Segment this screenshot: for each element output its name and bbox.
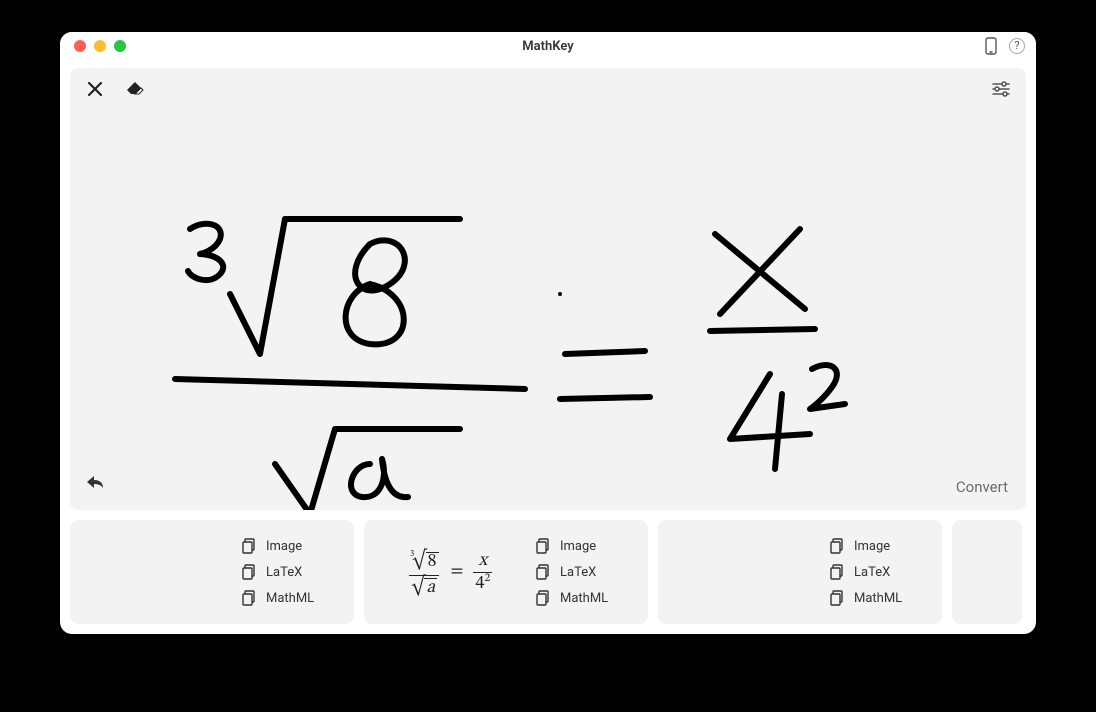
result-card: Image LaTeX MathML (70, 520, 354, 624)
copy-mathml-button[interactable]: MathML (242, 590, 344, 606)
copy-icon (536, 590, 552, 606)
copy-icon (242, 564, 258, 580)
copy-latex-button[interactable]: LaTeX (242, 564, 344, 580)
card-actions: Image LaTeX MathML (830, 520, 942, 624)
copy-image-label: Image (266, 539, 302, 554)
content-area: Convert Image LaTeX MathML (60, 60, 1036, 634)
copy-mathml-label: MathML (266, 591, 314, 606)
app-window: MathKey ? (60, 32, 1036, 634)
copy-mathml-button[interactable]: MathML (536, 590, 638, 606)
copy-icon (242, 590, 258, 606)
canvas-panel[interactable]: Convert (70, 68, 1026, 510)
convert-button[interactable]: Convert (956, 478, 1008, 496)
formula-rhs-num: x (477, 552, 490, 572)
handwriting-canvas[interactable] (70, 68, 1026, 510)
result-card (952, 520, 1022, 624)
copy-image-button[interactable]: Image (830, 538, 932, 554)
formula-equals: = (451, 561, 464, 584)
undo-button[interactable] (84, 472, 106, 496)
traffic-lights (60, 40, 126, 52)
device-icon[interactable] (982, 37, 1000, 55)
copy-icon (536, 564, 552, 580)
copy-latex-label: LaTeX (560, 565, 596, 580)
copy-mathml-label: MathML (854, 591, 902, 606)
copy-image-button[interactable]: Image (536, 538, 638, 554)
copy-image-label: Image (854, 539, 890, 554)
formula-preview: 3 √ 8 √ a (364, 520, 536, 624)
formula-preview (70, 520, 242, 624)
minimize-window-button[interactable] (94, 40, 106, 52)
copy-mathml-label: MathML (560, 591, 608, 606)
copy-image-button[interactable]: Image (242, 538, 344, 554)
copy-image-label: Image (560, 539, 596, 554)
formula-den-radicand: a (424, 578, 437, 599)
formula-num-radicand: 8 (426, 552, 439, 573)
copy-icon (830, 538, 846, 554)
help-icon: ? (1009, 38, 1025, 54)
card-actions: Image LaTeX MathML (536, 520, 648, 624)
zoom-window-button[interactable] (114, 40, 126, 52)
card-actions: Image LaTeX MathML (242, 520, 354, 624)
titlebar: MathKey ? (60, 32, 1036, 60)
window-title: MathKey (60, 39, 1036, 54)
formula-preview (658, 520, 830, 624)
results-row: Image LaTeX MathML (70, 520, 1026, 624)
copy-icon (242, 538, 258, 554)
copy-mathml-button[interactable]: MathML (830, 590, 932, 606)
help-button[interactable]: ? (1008, 37, 1026, 55)
result-card: 3 √ 8 √ a (364, 520, 648, 624)
copy-icon (536, 538, 552, 554)
titlebar-right: ? (982, 37, 1026, 55)
copy-latex-label: LaTeX (266, 565, 302, 580)
copy-icon (830, 564, 846, 580)
close-window-button[interactable] (74, 40, 86, 52)
rendered-formula: 3 √ 8 √ a (408, 545, 492, 599)
copy-icon (830, 590, 846, 606)
copy-latex-button[interactable]: LaTeX (536, 564, 638, 580)
copy-latex-label: LaTeX (854, 565, 890, 580)
copy-latex-button[interactable]: LaTeX (830, 564, 932, 580)
formula-root-degree: 3 (410, 550, 414, 559)
formula-rhs-den-exp: 2 (484, 572, 490, 584)
result-card: Image LaTeX MathML (658, 520, 942, 624)
